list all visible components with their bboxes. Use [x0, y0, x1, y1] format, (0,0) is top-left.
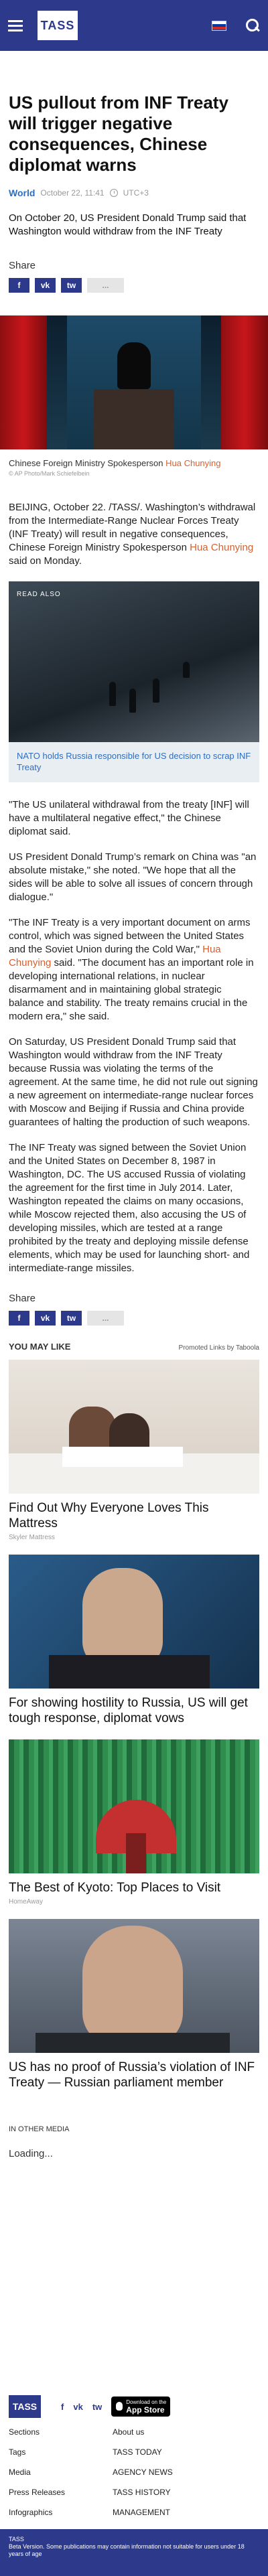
- footer-link-sections[interactable]: Sections: [9, 2422, 113, 2442]
- app-store-button[interactable]: Download on the App Store: [111, 2396, 171, 2417]
- twitter-share-button[interactable]: tw: [61, 278, 82, 293]
- app-store-label: App Store: [126, 2405, 165, 2415]
- footer-link-tass-today[interactable]: TASS TODAY: [113, 2442, 216, 2462]
- facebook-icon[interactable]: f: [61, 2402, 64, 2412]
- read-also-card[interactable]: READ ALSO NATO holds Russia responsible …: [9, 581, 259, 782]
- article-date: October 22, 11:41: [40, 188, 105, 198]
- recommendation-title[interactable]: US has no proof of Russia’s violation of…: [9, 2060, 259, 2090]
- footer-link-infographics[interactable]: Infographics: [9, 2502, 113, 2522]
- photo-credit: © AP Photo/Mark Schiefelbein: [9, 470, 90, 477]
- tass-logo[interactable]: TASS: [38, 11, 78, 40]
- footer-disclaimer: Beta Version. Some publications may cont…: [9, 2543, 245, 2557]
- timezone-label: UTC+3: [123, 188, 149, 198]
- share-label: Share: [9, 260, 36, 271]
- footer-column-2: About us TASS TODAY AGENCY NEWS TASS HIS…: [113, 2422, 216, 2543]
- caption-person-link[interactable]: Hua Chunying: [165, 458, 220, 468]
- recommendation-card[interactable]: US has no proof of Russia’s violation of…: [9, 1919, 259, 2090]
- footer-link-about[interactable]: About us: [113, 2422, 216, 2442]
- footer-logo[interactable]: TASS: [9, 2395, 41, 2418]
- recommendation-card[interactable]: For showing hostility to Russia, US will…: [9, 1555, 259, 1726]
- loading-text: Loading...: [9, 2148, 53, 2159]
- footer-bottom-bar: TASS Beta Version. Some publications may…: [0, 2529, 268, 2576]
- taboola-link[interactable]: Promoted Links by Taboola: [179, 1344, 259, 1352]
- category-link[interactable]: World: [9, 188, 35, 198]
- vk-share-button[interactable]: vk: [35, 278, 56, 293]
- app-store-small-text: Download on the: [126, 2399, 167, 2405]
- photo-caption: Chinese Foreign Ministry Spokesperson Hu…: [9, 457, 259, 469]
- recommendation-source: Skyler Mattress: [9, 1534, 55, 1541]
- footer: TASS f vk tw Download on the App Store S…: [0, 2388, 268, 2576]
- clock-icon: [109, 189, 118, 197]
- share-label-bottom: Share: [9, 1293, 36, 1304]
- recommendation-card[interactable]: The Best of Kyoto: Top Places to Visit H…: [9, 1739, 259, 1906]
- recommendation-title[interactable]: Find Out Why Everyone Loves This Mattres…: [9, 1500, 259, 1531]
- footer-link-management[interactable]: MANAGEMENT: [113, 2502, 216, 2522]
- recommendations-heading: YOU MAY LIKE: [9, 1342, 71, 1352]
- person-link[interactable]: Hua Chunying: [190, 542, 253, 553]
- top-header: TASS: [0, 0, 268, 51]
- more-share-button[interactable]: ...: [87, 1311, 124, 1326]
- vk-share-button[interactable]: vk: [35, 1311, 56, 1326]
- article-lead: On October 20, US President Donald Trump…: [9, 212, 247, 237]
- facebook-share-button[interactable]: f: [9, 278, 29, 293]
- menu-icon[interactable]: [8, 19, 23, 31]
- read-also-image: READ ALSO: [9, 581, 259, 742]
- mattress-image: [9, 1360, 259, 1494]
- footer-column-1: Sections Tags Media Press Releases Infog…: [9, 2422, 113, 2543]
- article-photo: [0, 315, 268, 449]
- language-flag-icon[interactable]: [212, 20, 226, 31]
- parliament-member-image: [9, 1919, 259, 2053]
- paragraph-1-end: said on Monday.: [9, 555, 82, 567]
- read-also-label: READ ALSO: [17, 591, 61, 598]
- recommendation-source: HomeAway: [9, 1898, 43, 1906]
- paragraph-4: "The INF Treaty is a very important docu…: [9, 916, 259, 1023]
- paragraph-1: BEIJING, October 22. /TASS/. Washington’…: [9, 501, 259, 568]
- caption-text: Chinese Foreign Ministry Spokesperson: [9, 458, 166, 468]
- footer-link-media[interactable]: Media: [9, 2462, 113, 2482]
- paragraph-6: The INF Treaty was signed between the So…: [9, 1142, 250, 1274]
- footer-link-history[interactable]: TASS HISTORY: [113, 2482, 216, 2502]
- article-title: US pullout from INF Treaty will trigger …: [9, 92, 228, 175]
- footer-link-press-releases[interactable]: Press Releases: [9, 2482, 113, 2502]
- twitter-icon[interactable]: tw: [92, 2402, 102, 2412]
- more-share-button[interactable]: ...: [87, 278, 124, 293]
- footer-link-tags[interactable]: Tags: [9, 2442, 113, 2462]
- article-meta: World October 22, 11:41 UTC+3: [9, 188, 259, 198]
- share-buttons: f vk tw ...: [9, 278, 259, 293]
- paragraph-3: US President Donald Trump’s remark on Ch…: [9, 851, 257, 903]
- facebook-share-button[interactable]: f: [9, 1311, 29, 1326]
- twitter-share-button[interactable]: tw: [61, 1311, 82, 1326]
- diplomat-image: [9, 1555, 259, 1689]
- vk-icon[interactable]: vk: [73, 2402, 82, 2412]
- footer-bottom-brand: TASS: [9, 2536, 24, 2543]
- paragraph-5: On Saturday, US President Donald Trump s…: [9, 1036, 258, 1128]
- other-media-heading: IN OTHER MEDIA: [9, 2125, 70, 2133]
- footer-link-agency-news[interactable]: AGENCY NEWS: [113, 2462, 216, 2482]
- recommendations-header: YOU MAY LIKE Promoted Links by Taboola: [9, 1342, 259, 1352]
- read-also-link[interactable]: NATO holds Russia responsible for US dec…: [9, 742, 259, 782]
- share-buttons-bottom: f vk tw ...: [9, 1311, 259, 1326]
- recommendation-title[interactable]: The Best of Kyoto: Top Places to Visit: [9, 1880, 259, 1895]
- paragraph-2: "The US unilateral withdrawal from the t…: [9, 799, 249, 837]
- kyoto-image: [9, 1739, 259, 1873]
- recommendation-card[interactable]: Find Out Why Everyone Loves This Mattres…: [9, 1360, 259, 1541]
- search-icon[interactable]: [245, 18, 260, 33]
- recommendation-title[interactable]: For showing hostility to Russia, US will…: [9, 1695, 259, 1726]
